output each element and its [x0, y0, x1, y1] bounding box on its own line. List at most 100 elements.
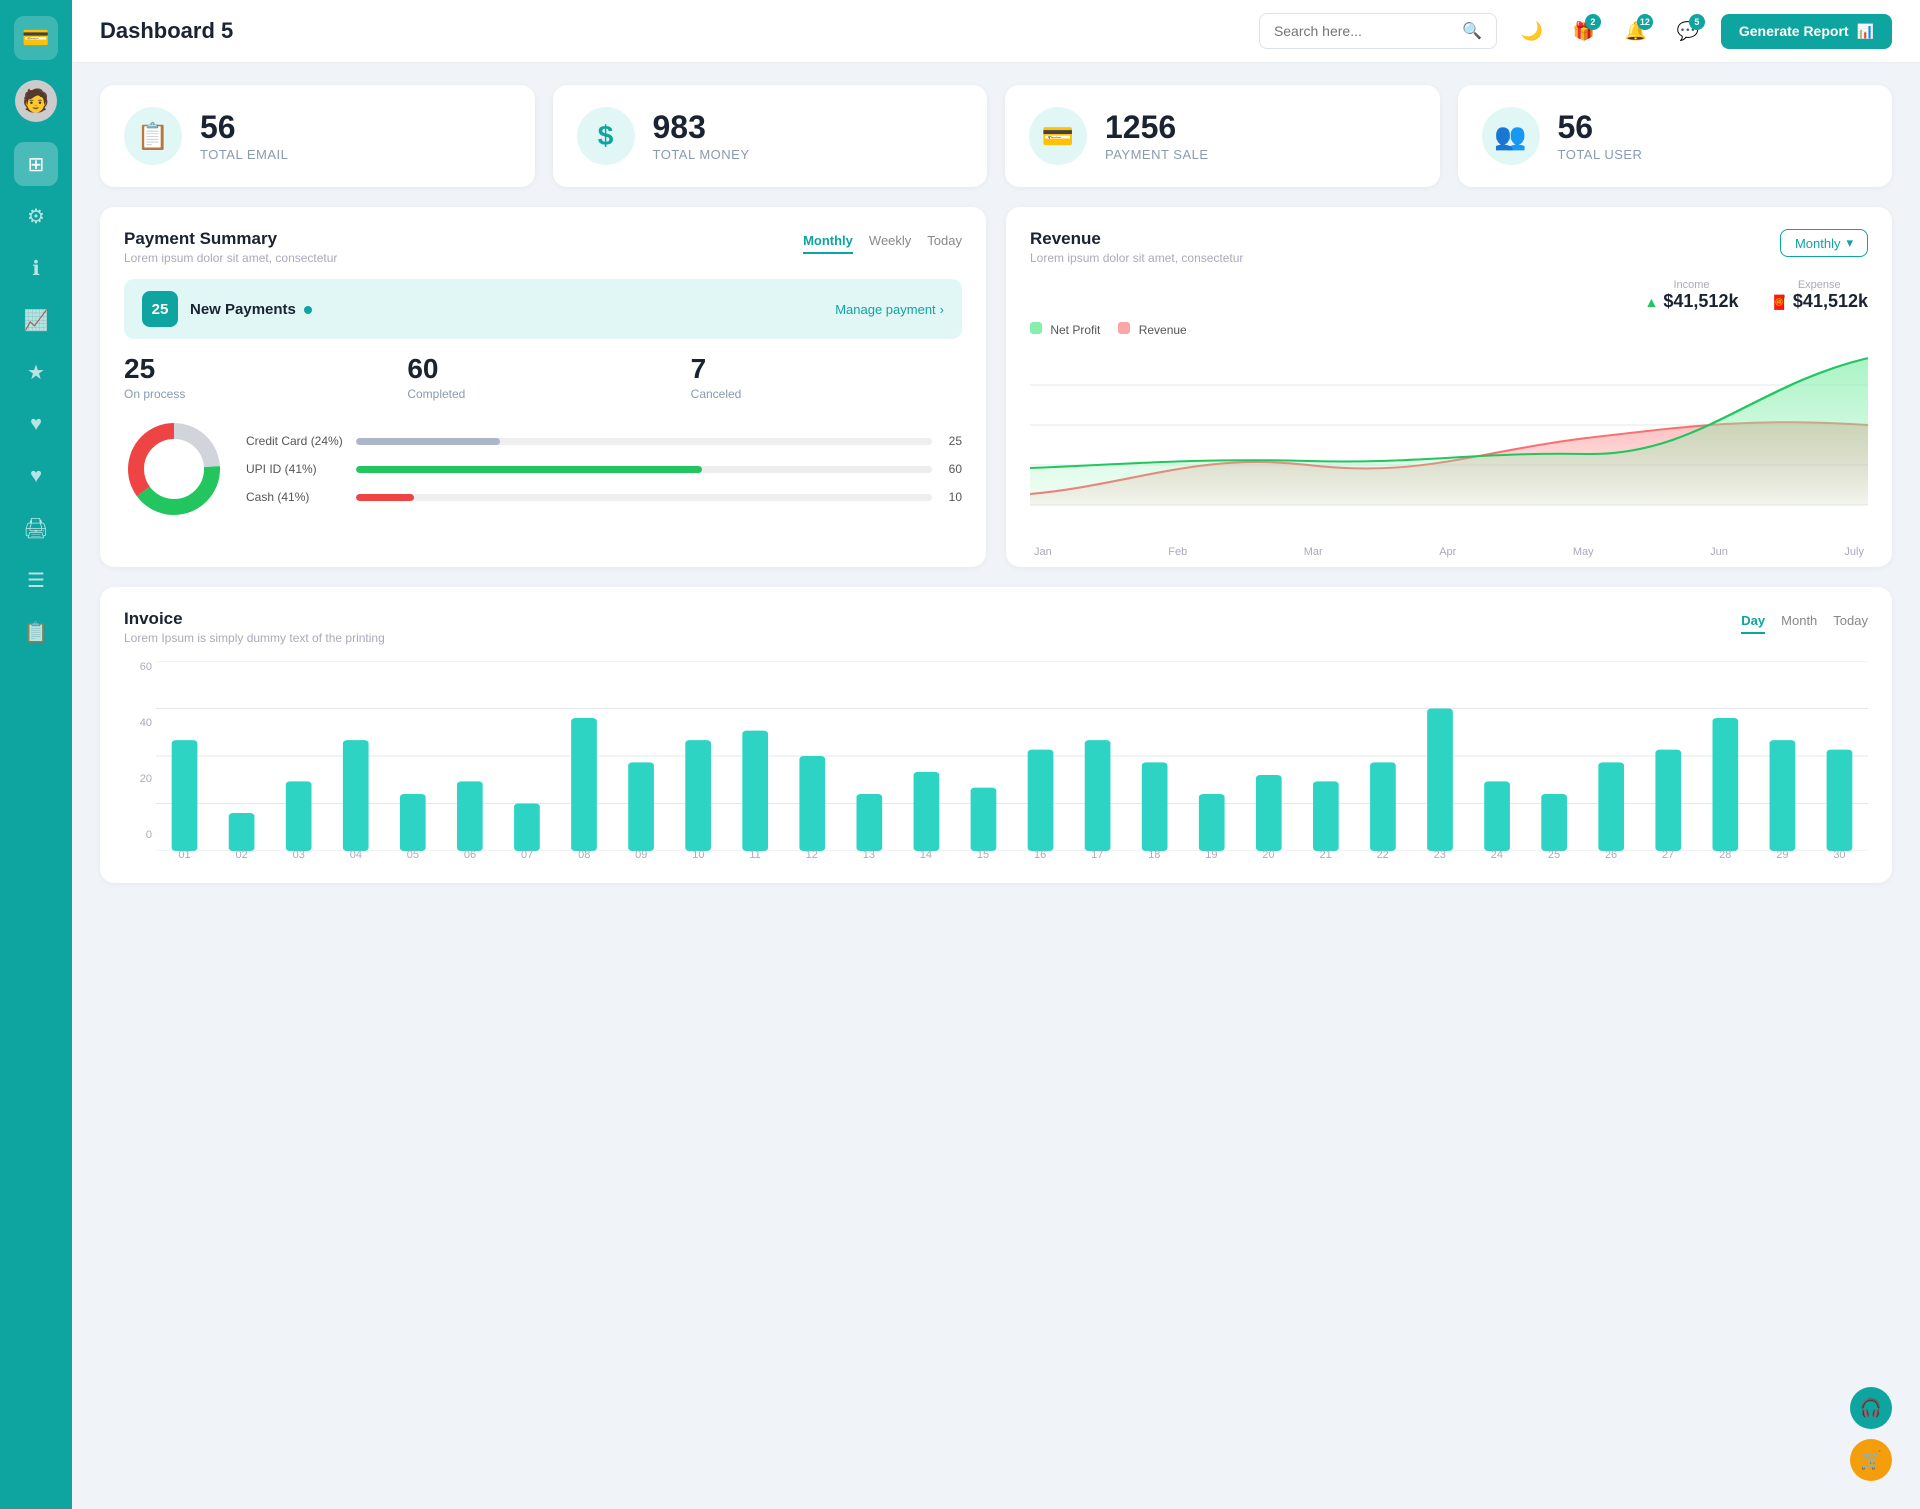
progress-item-creditcard: Credit Card (24%) 25: [246, 434, 962, 448]
tab-day-invoice[interactable]: Day: [1741, 609, 1765, 634]
bar-chart-icon: 📊: [1857, 23, 1874, 40]
x-label-13: 13: [863, 849, 875, 861]
gift-badge: 2: [1585, 14, 1601, 30]
x-label-21: 21: [1319, 849, 1331, 861]
x-label-20: 20: [1262, 849, 1274, 861]
expense-value: 🧧 $41,512k: [1770, 291, 1868, 312]
income-item: Income ▲ $41,512k: [1645, 279, 1739, 312]
x-label-11: 11: [749, 849, 760, 861]
net-profit-dot: [1030, 322, 1042, 334]
invoice-subtitle: Lorem Ipsum is simply dummy text of the …: [124, 631, 385, 645]
new-payments-label: New Payments: [190, 301, 312, 318]
invoice-header: Invoice Lorem Ipsum is simply dummy text…: [124, 609, 1868, 645]
x-label-17: 17: [1091, 849, 1103, 861]
gift-btn[interactable]: 🎁 2: [1565, 12, 1603, 50]
bell-btn[interactable]: 🔔 12: [1617, 12, 1655, 50]
sidebar: 💳 🧑 ⊞ ⚙ ℹ 📈 ★ ♥ ♥ 🖨 ☰ 📋: [0, 0, 72, 1509]
x-label-09: 09: [635, 849, 647, 861]
tab-monthly-payment[interactable]: Monthly: [803, 229, 853, 254]
x-label-30: 30: [1833, 849, 1845, 861]
tab-today-invoice[interactable]: Today: [1833, 609, 1868, 634]
x-label-05: 05: [407, 849, 419, 861]
new-payments-left: 25 New Payments: [142, 291, 312, 327]
legend-revenue: Revenue: [1118, 322, 1186, 337]
cash-bar-fill: [356, 494, 414, 501]
stat-on-process: 25 On process: [124, 353, 395, 401]
x-label-14: 14: [920, 849, 932, 861]
stat-card-payment: 💳 1256 PAYMENT SALE: [1005, 85, 1440, 187]
bell-badge: 12: [1637, 14, 1653, 30]
x-label-22: 22: [1377, 849, 1389, 861]
creditcard-bar-wrap: [356, 438, 932, 445]
canceled-number: 7: [691, 353, 962, 385]
x-label-mar: Mar: [1304, 546, 1323, 558]
completed-number: 60: [407, 353, 678, 385]
email-label: TOTAL EMAIL: [200, 147, 288, 162]
x-label-july: July: [1844, 546, 1864, 558]
x-label-25: 25: [1548, 849, 1560, 861]
cart-float-btn[interactable]: 🛒: [1850, 1439, 1892, 1481]
sidebar-item-list[interactable]: ☰: [14, 558, 58, 602]
chat-badge: 5: [1689, 14, 1705, 30]
x-label-12: 12: [806, 849, 818, 861]
search-icon[interactable]: 🔍: [1462, 21, 1482, 41]
sidebar-item-info[interactable]: ℹ: [14, 246, 58, 290]
revenue-area-chart: Jan Feb Mar Apr May Jun July: [1030, 345, 1868, 545]
payment-icon: 💳: [1029, 107, 1087, 165]
tab-weekly-payment[interactable]: Weekly: [869, 229, 911, 254]
progress-list: Credit Card (24%) 25 UPI ID (41%) 60: [246, 434, 962, 504]
sidebar-item-settings[interactable]: ⚙: [14, 194, 58, 238]
invoice-tabs: Day Month Today: [1741, 609, 1868, 634]
income-label: Income: [1645, 279, 1739, 291]
upi-bar-fill: [356, 466, 702, 473]
new-payments-dot: [304, 306, 312, 314]
canceled-label: Canceled: [691, 387, 962, 401]
x-label-18: 18: [1148, 849, 1160, 861]
invoice-title: Invoice: [124, 609, 385, 629]
sidebar-logo[interactable]: 💳: [14, 16, 58, 60]
sidebar-item-heart[interactable]: ♥: [14, 402, 58, 446]
topbar: Dashboard 5 🔍 🌙 🎁 2 🔔 12 💬 5 Generate Re…: [72, 0, 1920, 63]
payment-summary-title: Payment Summary: [124, 229, 337, 249]
progress-item-cash: Cash (41%) 10: [246, 490, 962, 504]
stat-card-email: 📋 56 TOTAL EMAIL: [100, 85, 535, 187]
sidebar-item-print[interactable]: 🖨: [14, 506, 58, 550]
payment-stats-sub: 25 On process 60 Completed 7 Canceled: [124, 353, 962, 401]
x-label-16: 16: [1034, 849, 1046, 861]
search-input[interactable]: [1274, 23, 1454, 39]
creditcard-label: Credit Card (24%): [246, 434, 346, 448]
user-avatar[interactable]: 🧑: [15, 80, 57, 122]
stat-info-payment: 1256 PAYMENT SALE: [1105, 111, 1209, 162]
sidebar-item-chart[interactable]: 📈: [14, 298, 58, 342]
payment-summary-header: Payment Summary Lorem ipsum dolor sit am…: [124, 229, 962, 265]
revenue-monthly-dropdown[interactable]: Monthly ▾: [1780, 229, 1868, 257]
revenue-card: Revenue Lorem ipsum dolor sit amet, cons…: [1006, 207, 1892, 567]
revenue-subtitle: Lorem ipsum dolor sit amet, consectetur: [1030, 251, 1243, 265]
revenue-header: Revenue Lorem ipsum dolor sit amet, cons…: [1030, 229, 1868, 265]
stat-card-user: 👥 56 TOTAL USER: [1458, 85, 1893, 187]
x-label-07: 07: [521, 849, 533, 861]
payment-chart-row: Credit Card (24%) 25 UPI ID (41%) 60: [124, 419, 962, 519]
generate-report-button[interactable]: Generate Report 📊: [1721, 14, 1892, 49]
x-label-06: 06: [464, 849, 476, 861]
floating-buttons: 🎧 🛒: [1850, 1387, 1892, 1481]
manage-payment-link[interactable]: Manage payment ›: [835, 302, 944, 317]
y-label-0: 0: [146, 829, 152, 841]
chart-legend: Net Profit Revenue: [1030, 322, 1868, 337]
sidebar-item-dashboard[interactable]: ⊞: [14, 142, 58, 186]
dark-mode-btn[interactable]: 🌙: [1513, 12, 1551, 50]
progress-item-upi: UPI ID (41%) 60: [246, 462, 962, 476]
creditcard-val: 25: [942, 434, 962, 448]
sidebar-item-heart2[interactable]: ♥: [14, 454, 58, 498]
tab-month-invoice[interactable]: Month: [1781, 609, 1817, 634]
headset-float-btn[interactable]: 🎧: [1850, 1387, 1892, 1429]
upi-bar-wrap: [356, 466, 932, 473]
sidebar-item-doc[interactable]: 📋: [14, 610, 58, 654]
sidebar-item-star[interactable]: ★: [14, 350, 58, 394]
x-label-29: 29: [1776, 849, 1788, 861]
tab-today-payment[interactable]: Today: [927, 229, 962, 254]
y-label-40: 40: [140, 717, 152, 729]
stat-card-money: $ 983 TOTAL MONEY: [553, 85, 988, 187]
x-label-15: 15: [977, 849, 989, 861]
chat-btn[interactable]: 💬 5: [1669, 12, 1707, 50]
